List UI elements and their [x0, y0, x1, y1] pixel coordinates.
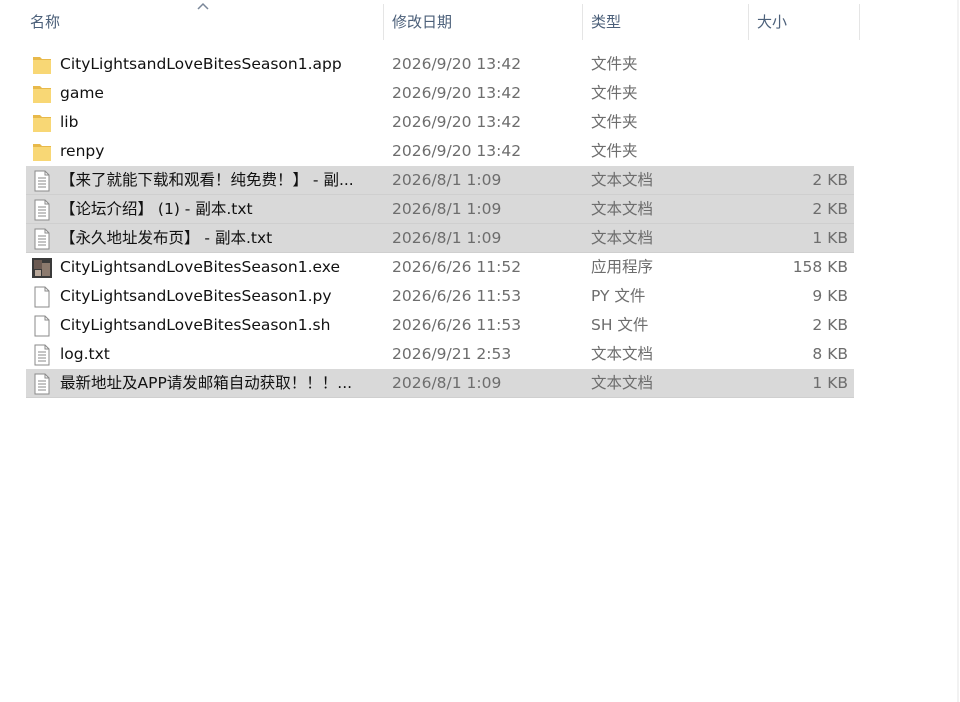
- folder-icon: [32, 141, 52, 163]
- column-header-type-label: 类型: [591, 13, 622, 31]
- app-thumbnail-icon: [32, 257, 52, 279]
- text-file-icon: [32, 373, 52, 395]
- file-type: 文件夹: [591, 142, 638, 160]
- file-row[interactable]: 【论坛介绍】 (1) - 副本.txt 2026/8/1 1:09 文本文档 2…: [26, 195, 854, 224]
- file-name: 【论坛介绍】 (1) - 副本.txt: [60, 200, 253, 218]
- file-type: 文本文档: [591, 200, 654, 218]
- file-size: 2 KB: [812, 200, 848, 218]
- file-name: lib: [60, 113, 79, 131]
- file-modified-date: 2026/9/20 13:42: [392, 113, 522, 131]
- file-modified-date: 2026/9/20 13:42: [392, 142, 522, 160]
- file-row[interactable]: 【来了就能下载和观看！纯免费！】 - 副... 2026/8/1 1:09 文本…: [26, 166, 854, 195]
- pane-border: [957, 0, 959, 702]
- file-row[interactable]: CityLightsandLoveBitesSeason1.app 2026/9…: [26, 50, 854, 79]
- file-row[interactable]: log.txt 2026/9/21 2:53 文本文档 8 KB: [26, 340, 854, 369]
- blank-file-icon: [32, 315, 52, 337]
- file-size: 8 KB: [812, 345, 848, 363]
- file-row[interactable]: game 2026/9/20 13:42 文件夹: [26, 79, 854, 108]
- folder-icon: [32, 112, 52, 134]
- folder-icon: [32, 54, 52, 76]
- file-name: CityLightsandLoveBitesSeason1.py: [60, 287, 332, 305]
- file-size: 1 KB: [812, 374, 848, 392]
- file-name: 【来了就能下载和观看！纯免费！】 - 副...: [60, 171, 354, 189]
- file-name: log.txt: [60, 345, 110, 363]
- file-name: CityLightsandLoveBitesSeason1.app: [60, 55, 342, 73]
- file-explorer: 名称 修改日期 类型 大小 CityLightsandLoveBitesSeas…: [0, 0, 960, 702]
- file-modified-date: 2026/9/20 13:42: [392, 55, 522, 73]
- file-size: 9 KB: [812, 287, 848, 305]
- file-size: 2 KB: [812, 171, 848, 189]
- file-row[interactable]: lib 2026/9/20 13:42 文件夹: [26, 108, 854, 137]
- file-modified-date: 2026/6/26 11:53: [392, 287, 522, 305]
- file-name: renpy: [60, 142, 105, 160]
- file-size: 2 KB: [812, 316, 848, 334]
- file-row[interactable]: CityLightsandLoveBitesSeason1.sh 2026/6/…: [26, 311, 854, 340]
- file-modified-date: 2026/9/21 2:53: [392, 345, 512, 363]
- file-modified-date: 2026/9/20 13:42: [392, 84, 522, 102]
- file-modified-date: 2026/8/1 1:09: [392, 200, 502, 218]
- text-file-icon: [32, 170, 52, 192]
- file-size: 158 KB: [792, 258, 848, 276]
- folder-icon: [32, 83, 52, 105]
- file-type: 文本文档: [591, 374, 654, 392]
- file-size: 1 KB: [812, 229, 848, 247]
- file-modified-date: 2026/8/1 1:09: [392, 171, 502, 189]
- file-name: CityLightsandLoveBitesSeason1.exe: [60, 258, 341, 276]
- file-modified-date: 2026/8/1 1:09: [392, 374, 502, 392]
- file-type: SH 文件: [591, 316, 649, 334]
- column-header-name[interactable]: 名称: [22, 0, 382, 44]
- text-file-icon: [32, 344, 52, 366]
- file-row[interactable]: renpy 2026/9/20 13:42 文件夹: [26, 137, 854, 166]
- file-row[interactable]: CityLightsandLoveBitesSeason1.py 2026/6/…: [26, 282, 854, 311]
- file-row[interactable]: 最新地址及APP请发邮箱自动获取！！！... 2026/8/1 1:09 文本文…: [26, 369, 854, 398]
- column-header-type[interactable]: 类型: [583, 0, 748, 44]
- blank-file-icon: [32, 286, 52, 308]
- column-divider[interactable]: [859, 4, 860, 40]
- column-header-date[interactable]: 修改日期: [384, 0, 582, 44]
- file-name: 最新地址及APP请发邮箱自动获取！！！...: [60, 374, 353, 392]
- file-size: [726, 108, 848, 137]
- column-header-name-label: 名称: [30, 13, 61, 31]
- text-file-icon: [32, 199, 52, 221]
- column-header-bar: 名称 修改日期 类型 大小: [0, 0, 960, 44]
- file-type: 应用程序: [591, 258, 654, 276]
- file-size: [726, 79, 848, 108]
- file-type: 文件夹: [591, 113, 638, 131]
- file-row[interactable]: CityLightsandLoveBitesSeason1.exe 2026/6…: [26, 253, 854, 282]
- file-name: CityLightsandLoveBitesSeason1.sh: [60, 316, 331, 334]
- file-modified-date: 2026/6/26 11:52: [392, 258, 522, 276]
- file-type: PY 文件: [591, 287, 646, 305]
- text-file-icon: [32, 228, 52, 250]
- file-type: 文件夹: [591, 84, 638, 102]
- file-size: [726, 137, 848, 166]
- file-size: [726, 50, 848, 79]
- file-modified-date: 2026/6/26 11:53: [392, 316, 522, 334]
- file-type: 文本文档: [591, 345, 654, 363]
- column-header-size-label: 大小: [757, 13, 788, 31]
- file-modified-date: 2026/8/1 1:09: [392, 229, 502, 247]
- column-header-size[interactable]: 大小: [749, 0, 859, 44]
- column-header-date-label: 修改日期: [392, 13, 453, 31]
- file-row[interactable]: 【永久地址发布页】 - 副本.txt 2026/8/1 1:09 文本文档 1 …: [26, 224, 854, 253]
- file-type: 文本文档: [591, 171, 654, 189]
- file-type: 文件夹: [591, 55, 638, 73]
- file-name: 【永久地址发布页】 - 副本.txt: [60, 229, 273, 247]
- file-name: game: [60, 84, 104, 102]
- file-type: 文本文档: [591, 229, 654, 247]
